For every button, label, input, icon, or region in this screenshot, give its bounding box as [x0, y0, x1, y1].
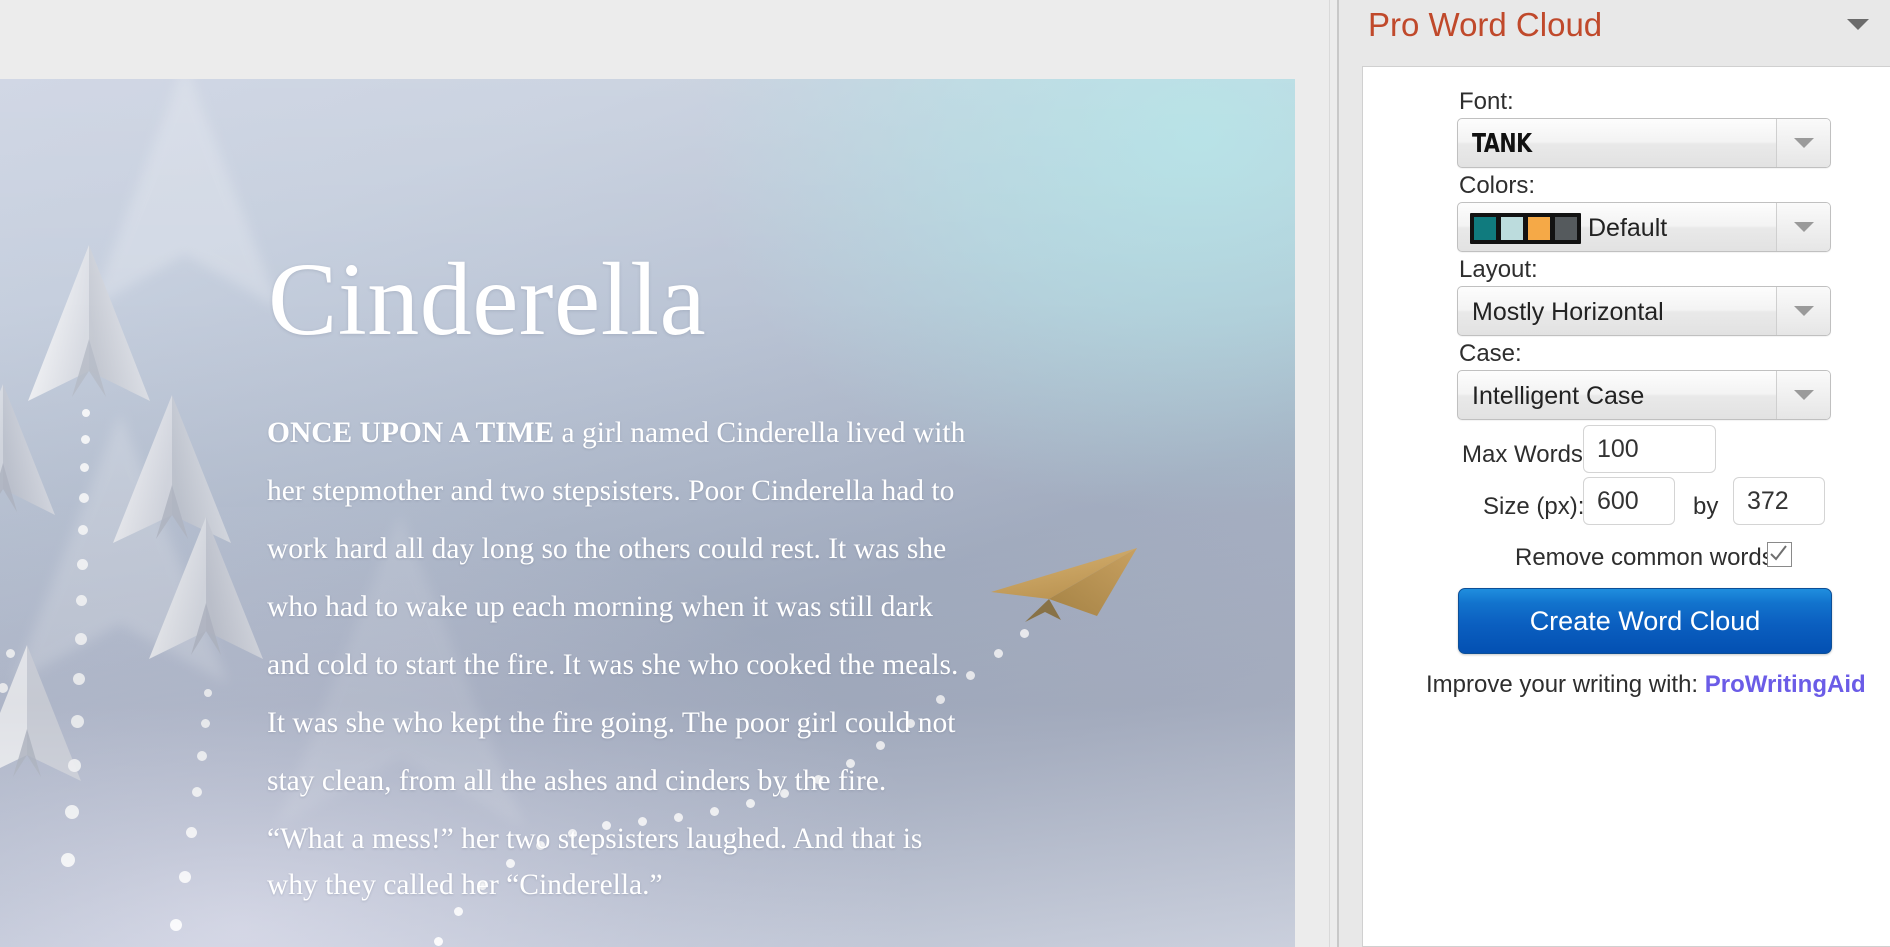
layout-label: Layout:: [1459, 256, 1538, 283]
size-height-input[interactable]: [1733, 477, 1825, 525]
app-root: Cinderella ONCE UPON A TIME a girl named…: [0, 0, 1890, 947]
gold-paper-plane-icon: [991, 548, 1137, 622]
slide-paragraph-1-rest: a girl named Cinderella lived with her s…: [267, 417, 966, 797]
task-pane-header: Pro Word Cloud: [1339, 0, 1890, 62]
pro-word-cloud-task-pane: Pro Word Cloud Font: TANK Colors: Defaul…: [1339, 0, 1890, 947]
max-words-label: Max Words:: [1462, 441, 1590, 468]
slide-paragraph-1-bold: ONCE UPON A TIME: [267, 417, 555, 449]
color-swatch-1: [1473, 216, 1497, 241]
size-label: Size (px):: [1483, 493, 1585, 520]
color-swatch-3: [1527, 216, 1551, 241]
chevron-down-icon[interactable]: [1847, 19, 1869, 33]
chevron-down-glyph: [1847, 19, 1869, 30]
layout-select[interactable]: Mostly Horizontal: [1457, 286, 1831, 336]
remove-common-words-label: Remove common words?: [1515, 544, 1788, 571]
case-label: Case:: [1459, 340, 1522, 367]
chevron-down-icon: [1793, 306, 1814, 316]
colors-label: Colors:: [1459, 172, 1536, 199]
layout-select-arrow[interactable]: [1776, 287, 1830, 335]
case-select-arrow[interactable]: [1776, 371, 1830, 419]
color-swatch-4: [1554, 216, 1578, 241]
chevron-down-icon: [1793, 390, 1814, 400]
font-select-arrow[interactable]: [1776, 119, 1830, 167]
size-width-input[interactable]: [1583, 477, 1675, 525]
slide-paragraph-2: “What a mess!” her two stepsisters laugh…: [267, 823, 923, 901]
colors-select-arrow[interactable]: [1776, 203, 1830, 251]
remove-common-words-checkbox[interactable]: [1767, 542, 1792, 567]
pane-divider-light: [1329, 0, 1330, 947]
slide-body-text[interactable]: ONCE UPON A TIME a girl named Cinderella…: [267, 404, 977, 908]
task-pane-title: Pro Word Cloud: [1368, 6, 1603, 43]
color-swatch-2: [1500, 216, 1524, 241]
color-swatch-group: [1470, 213, 1581, 244]
font-select[interactable]: TANK: [1457, 118, 1831, 168]
slide-title[interactable]: Cinderella: [268, 245, 706, 354]
slide-paragraph-1: ONCE UPON A TIME a girl named Cinderella…: [267, 404, 977, 810]
checkmark-icon: [1770, 545, 1787, 561]
case-select-value: Intelligent Case: [1472, 382, 1645, 410]
presentation-slide[interactable]: Cinderella ONCE UPON A TIME a girl named…: [0, 79, 1295, 947]
colors-select-value: Default: [1588, 214, 1668, 242]
prowritingaid-link[interactable]: ProWritingAid: [1705, 671, 1866, 698]
case-select[interactable]: Intelligent Case: [1457, 370, 1831, 420]
footer-note-text: Improve your writing with:: [1426, 671, 1699, 698]
chevron-down-icon: [1793, 222, 1814, 232]
create-word-cloud-button[interactable]: Create Word Cloud: [1458, 588, 1832, 654]
footer-note: Improve your writing with: ProWritingAid: [1426, 671, 1866, 699]
paper-plane-icon: [149, 517, 263, 659]
chevron-down-icon: [1793, 138, 1814, 148]
task-pane-body: Font: TANK Colors: Default Layout: Mostl…: [1362, 66, 1890, 947]
paper-plane-icon: [0, 384, 55, 515]
layout-select-value: Mostly Horizontal: [1472, 298, 1664, 326]
font-select-value: TANK: [1472, 129, 1532, 159]
colors-select[interactable]: Default: [1457, 202, 1831, 252]
slide-canvas-area: Cinderella ONCE UPON A TIME a girl named…: [0, 0, 1337, 947]
font-label: Font:: [1459, 88, 1514, 115]
size-by-label: by: [1693, 493, 1719, 520]
max-words-input[interactable]: [1583, 425, 1716, 473]
